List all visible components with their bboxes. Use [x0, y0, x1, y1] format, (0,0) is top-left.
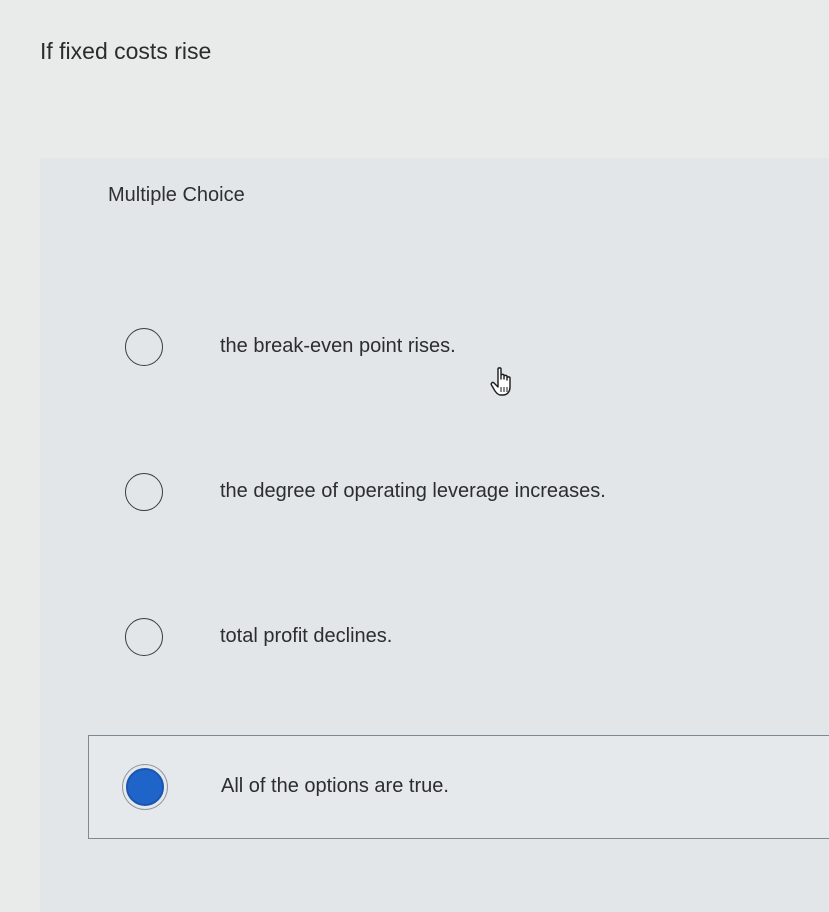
- option-label: All of the options are true.: [221, 775, 449, 797]
- radio-button-selected[interactable]: [126, 768, 164, 806]
- multiple-choice-panel: Multiple Choice the break-even point ris…: [40, 158, 829, 912]
- option-label: the break-even point rises.: [220, 335, 456, 357]
- option-operating-leverage[interactable]: the degree of operating leverage increas…: [88, 441, 829, 545]
- option-label: the degree of operating leverage increas…: [220, 480, 606, 502]
- radio-button[interactable]: [125, 618, 163, 656]
- question-text: If fixed costs rise: [40, 38, 212, 64]
- option-total-profit[interactable]: total profit declines.: [88, 586, 829, 690]
- option-break-even[interactable]: the break-even point rises.: [88, 296, 829, 400]
- radio-button[interactable]: [125, 473, 163, 511]
- option-all-true[interactable]: All of the options are true.: [88, 735, 829, 839]
- hand-pointer-icon: [490, 367, 511, 396]
- panel-header: Multiple Choice: [108, 184, 245, 206]
- option-label: total profit declines.: [220, 625, 393, 647]
- radio-button[interactable]: [125, 328, 163, 366]
